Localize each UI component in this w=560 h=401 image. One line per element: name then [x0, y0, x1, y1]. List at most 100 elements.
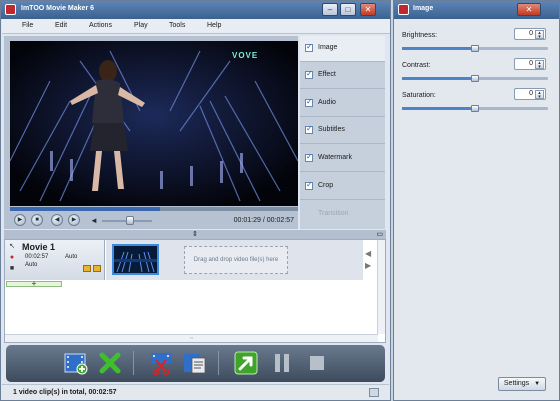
contrast-spinbox[interactable]: 0 ▴ ▾: [514, 58, 546, 70]
effect-tab-label: Transition: [318, 210, 349, 217]
toolbar-separator: [218, 351, 219, 375]
playback-controls: ▶ ■ ◀ ▶ ◄ 00:01:29 / 00:02:57: [10, 212, 298, 229]
track-header[interactable]: ↖ ● ■ Movie 1 00:02:57 Auto Auto: [5, 240, 105, 280]
play-button[interactable]: ▶: [14, 214, 26, 226]
effect-tab-crop[interactable]: Crop: [300, 174, 385, 200]
playback-progress-fill: [10, 207, 160, 211]
contrast-spin-arrows-icon[interactable]: ▴ ▾: [535, 60, 544, 70]
main-titlebar[interactable]: ImTOO Movie Maker 6 – □ ✕: [1, 1, 390, 19]
settings-button-label: Settings: [503, 380, 530, 387]
export-icon[interactable]: [233, 350, 259, 376]
next-frame-button[interactable]: ▶: [68, 214, 80, 226]
expand-icon[interactable]: ▭: [376, 230, 383, 238]
add-track-button[interactable]: +: [6, 280, 62, 288]
settings-dropdown-button[interactable]: Settings ▼: [498, 377, 546, 391]
brightness-spin-arrows-icon[interactable]: ▴ ▾: [535, 30, 544, 40]
effect-tab-effect[interactable]: Effect: [300, 63, 385, 89]
video-clip-thumbnail[interactable]: [112, 244, 159, 275]
splitter-arrows-icon[interactable]: ⇕: [192, 230, 198, 238]
track-body[interactable]: Drag and drop video file(s) here: [106, 240, 363, 280]
volume-icon[interactable]: ◄: [90, 216, 98, 225]
pointer-tool-icon[interactable]: ↖: [8, 243, 16, 251]
contrast-slider-knob[interactable]: [471, 75, 479, 82]
saturation-spinbox[interactable]: 0 ▴ ▾: [514, 88, 546, 100]
delete-tool-icon[interactable]: ■: [8, 265, 16, 273]
effect-tab-image[interactable]: Image: [300, 36, 385, 62]
menu-actions[interactable]: Actions: [89, 22, 112, 29]
saturation-label: Saturation:: [402, 92, 436, 99]
effect-checkbox[interactable]: [305, 69, 313, 79]
image-close-button[interactable]: ✕: [517, 3, 541, 16]
previous-frame-button[interactable]: ◀: [51, 214, 63, 226]
brightness-spinbox[interactable]: 0 ▴ ▾: [514, 28, 546, 40]
watermark-checkbox[interactable]: [305, 152, 313, 162]
effect-tab-label: Subtitles: [318, 126, 345, 133]
remove-icon[interactable]: [97, 350, 123, 376]
effect-tab-label: Watermark: [318, 154, 352, 161]
subtitles-checkbox[interactable]: [305, 124, 313, 134]
maximize-button[interactable]: □: [340, 3, 356, 16]
menu-file[interactable]: File: [22, 22, 33, 29]
app-icon: [5, 4, 16, 15]
stop-icon[interactable]: [304, 350, 330, 376]
menu-tools[interactable]: Tools: [169, 22, 185, 29]
time-total: 00:02:57: [266, 217, 294, 224]
drop-zone[interactable]: Drag and drop video file(s) here: [184, 246, 288, 274]
effect-tab-audio[interactable]: Audio: [300, 91, 385, 117]
time-current: 00:01:29: [233, 217, 261, 224]
move-right-icon[interactable]: ▶: [365, 260, 371, 272]
move-left-icon[interactable]: ◀: [365, 248, 371, 260]
pause-icon[interactable]: [269, 350, 295, 376]
saturation-slider-fill: [402, 107, 475, 110]
menu-edit[interactable]: Edit: [55, 22, 67, 29]
preview-panel: VOVE ▶ ■ ◀ ▶ ◄ 00:01:29 / 00:02:57: [4, 36, 298, 229]
image-titlebar[interactable]: Image ✕: [394, 1, 559, 19]
image-window-title: Image: [413, 5, 434, 12]
saturation-spin-arrows-icon[interactable]: ▴ ▾: [535, 90, 544, 100]
edit-clip-icon[interactable]: [182, 350, 208, 376]
clip-thumbnail-image: [114, 246, 157, 273]
folder-open-icon[interactable]: [93, 265, 101, 272]
menu-help[interactable]: Help: [207, 22, 221, 29]
video-logo-text: VOVE: [232, 51, 259, 60]
stop-button[interactable]: ■: [31, 214, 43, 226]
add-video-icon[interactable]: [63, 350, 89, 376]
image-checkbox[interactable]: [305, 42, 313, 52]
effect-tab-subtitles[interactable]: Subtitles: [300, 118, 385, 144]
time-separator: /: [262, 217, 265, 224]
menu-bar: File Edit Actions Play Tools Help: [2, 19, 390, 34]
saturation-value: 0: [529, 90, 533, 97]
saturation-slider-knob[interactable]: [471, 105, 479, 112]
timeline-vertical-scrollbar[interactable]: [377, 240, 385, 334]
crop-checkbox[interactable]: [305, 180, 313, 190]
menu-play[interactable]: Play: [134, 22, 148, 29]
timeline-horizontal-scrollbar[interactable]: ⇔: [5, 334, 378, 342]
contrast-slider-fill: [402, 77, 475, 80]
brightness-slider-fill: [402, 47, 475, 50]
effects-panel: Image Effect Audio Subtitles Watermark C…: [300, 36, 385, 229]
minimize-button[interactable]: –: [322, 3, 338, 16]
folder-icon[interactable]: [83, 265, 91, 272]
close-button[interactable]: ✕: [360, 3, 376, 16]
movie-auto-label: Auto: [65, 254, 78, 260]
record-tool-icon[interactable]: ●: [8, 254, 16, 262]
audio-checkbox[interactable]: [305, 97, 313, 107]
volume-slider-knob[interactable]: [125, 216, 134, 225]
video-preview[interactable]: VOVE: [10, 41, 298, 206]
status-panel-icon[interactable]: [369, 388, 379, 397]
effect-tab-transition: Transition: [300, 202, 385, 228]
contrast-label: Contrast:: [402, 62, 431, 69]
status-text: 1 video clip(s) in total, 00:02:57: [13, 389, 117, 396]
cut-icon[interactable]: [148, 350, 174, 376]
brightness-slider-knob[interactable]: [471, 45, 479, 52]
effect-tab-label: Crop: [318, 182, 334, 189]
effect-tab-watermark[interactable]: Watermark: [300, 146, 385, 172]
main-window: ImTOO Movie Maker 6 – □ ✕ File Edit Acti…: [0, 0, 391, 401]
image-window-icon: [398, 4, 409, 15]
movie-auto-label-2: Auto: [25, 262, 38, 268]
brightness-label: Brightness:: [402, 32, 438, 39]
effect-tab-label: Effect: [318, 71, 336, 78]
panel-splitter[interactable]: ⇕ ▭: [4, 230, 386, 239]
playback-progress-bar[interactable]: [10, 207, 298, 211]
window-title: ImTOO Movie Maker 6: [21, 5, 95, 12]
